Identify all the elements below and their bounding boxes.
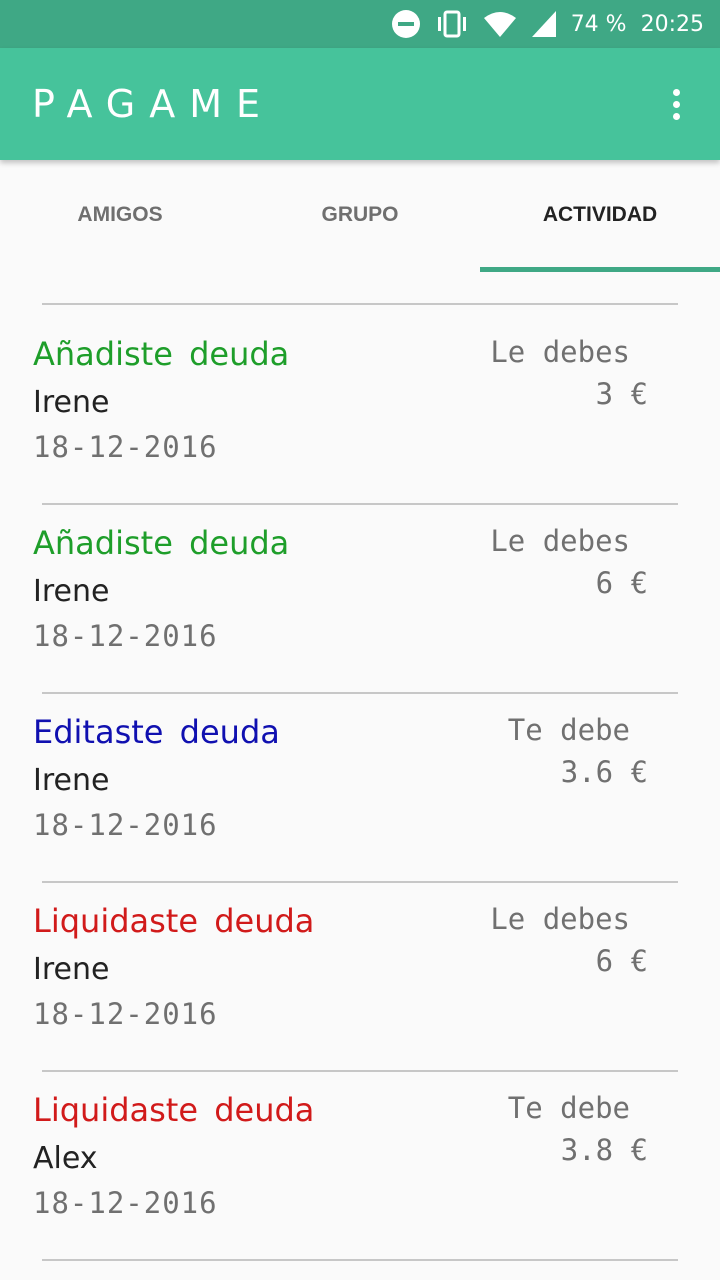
signal-icon — [531, 10, 557, 38]
item-action: Liquidaste deuda — [33, 1091, 315, 1129]
list-item[interactable]: Añadiste deuda Irene 18-12-2016 Le debes 6 € — [0, 471, 720, 694]
item-action: Añadiste deuda — [33, 524, 290, 562]
item-person: Irene — [33, 574, 110, 609]
item-date: 18-12-2016 — [33, 619, 218, 653]
item-amount: 6 € — [595, 566, 648, 600]
item-person: Irene — [33, 763, 110, 798]
tab-actividad[interactable]: ACTIVIDAD — [480, 160, 720, 272]
item-date: 18-12-2016 — [33, 1186, 218, 1220]
item-date: 18-12-2016 — [33, 808, 218, 842]
item-relation: Te debe — [507, 713, 630, 747]
item-amount: 3.6 € — [560, 755, 648, 789]
item-relation: Le debes — [490, 524, 630, 558]
item-amount: 6 € — [595, 944, 648, 978]
list-item[interactable]: Liquidaste deuda Alex 18-12-2016 Te debe 3.8… — [0, 1038, 720, 1261]
item-amount: 3.8 € — [560, 1133, 648, 1167]
app-title: PAGAME — [32, 82, 275, 126]
list-item[interactable]: Editaste deuda Irene 18-12-2016 Te debe 3.6 … — [0, 660, 720, 883]
tab-grupo[interactable]: GRUPO — [240, 160, 480, 272]
item-person: Alex — [33, 1141, 98, 1176]
wifi-icon — [483, 10, 517, 38]
do-not-disturb-icon — [391, 9, 421, 39]
item-relation: Le debes — [490, 335, 630, 369]
item-date: 18-12-2016 — [33, 272, 218, 274]
activity-list[interactable]: 18-12-2016 Añadiste deuda Irene 18-12-2016… — [0, 272, 720, 1280]
item-relation: Te debe — [507, 1091, 630, 1125]
clock: 20:25 — [640, 11, 704, 37]
item-person: Irene — [33, 952, 110, 987]
item-date: 18-12-2016 — [33, 997, 218, 1031]
tab-amigos[interactable]: AMIGOS — [0, 160, 240, 272]
item-action: Liquidaste deuda — [33, 902, 315, 940]
list-item[interactable]: Añadiste deuda Irene 18-12-2016 Le debes 3 € — [0, 282, 720, 505]
battery-level: 74 % — [570, 11, 627, 37]
item-person: Irene — [33, 385, 110, 420]
item-date: 18-12-2016 — [33, 430, 218, 464]
status-bar: 74 % 20:25 — [0, 0, 720, 48]
item-amount: 3 € — [595, 377, 648, 411]
list-item[interactable]: Liquidaste deuda Irene 18-12-2016 Le debes 6… — [0, 849, 720, 1072]
list-item[interactable]: 18-12-2016 — [0, 272, 720, 305]
item-action: Añadiste deuda — [33, 335, 290, 373]
app-bar: PAGAME — [0, 48, 720, 160]
item-action: Editaste deuda — [33, 713, 280, 751]
item-relation: Le debes — [490, 902, 630, 936]
active-tab-indicator — [480, 267, 720, 272]
tab-bar: AMIGOS GRUPO ACTIVIDAD — [0, 160, 720, 272]
vibrate-icon — [435, 9, 469, 39]
more-vert-icon[interactable] — [660, 80, 692, 128]
divider — [42, 1259, 678, 1261]
